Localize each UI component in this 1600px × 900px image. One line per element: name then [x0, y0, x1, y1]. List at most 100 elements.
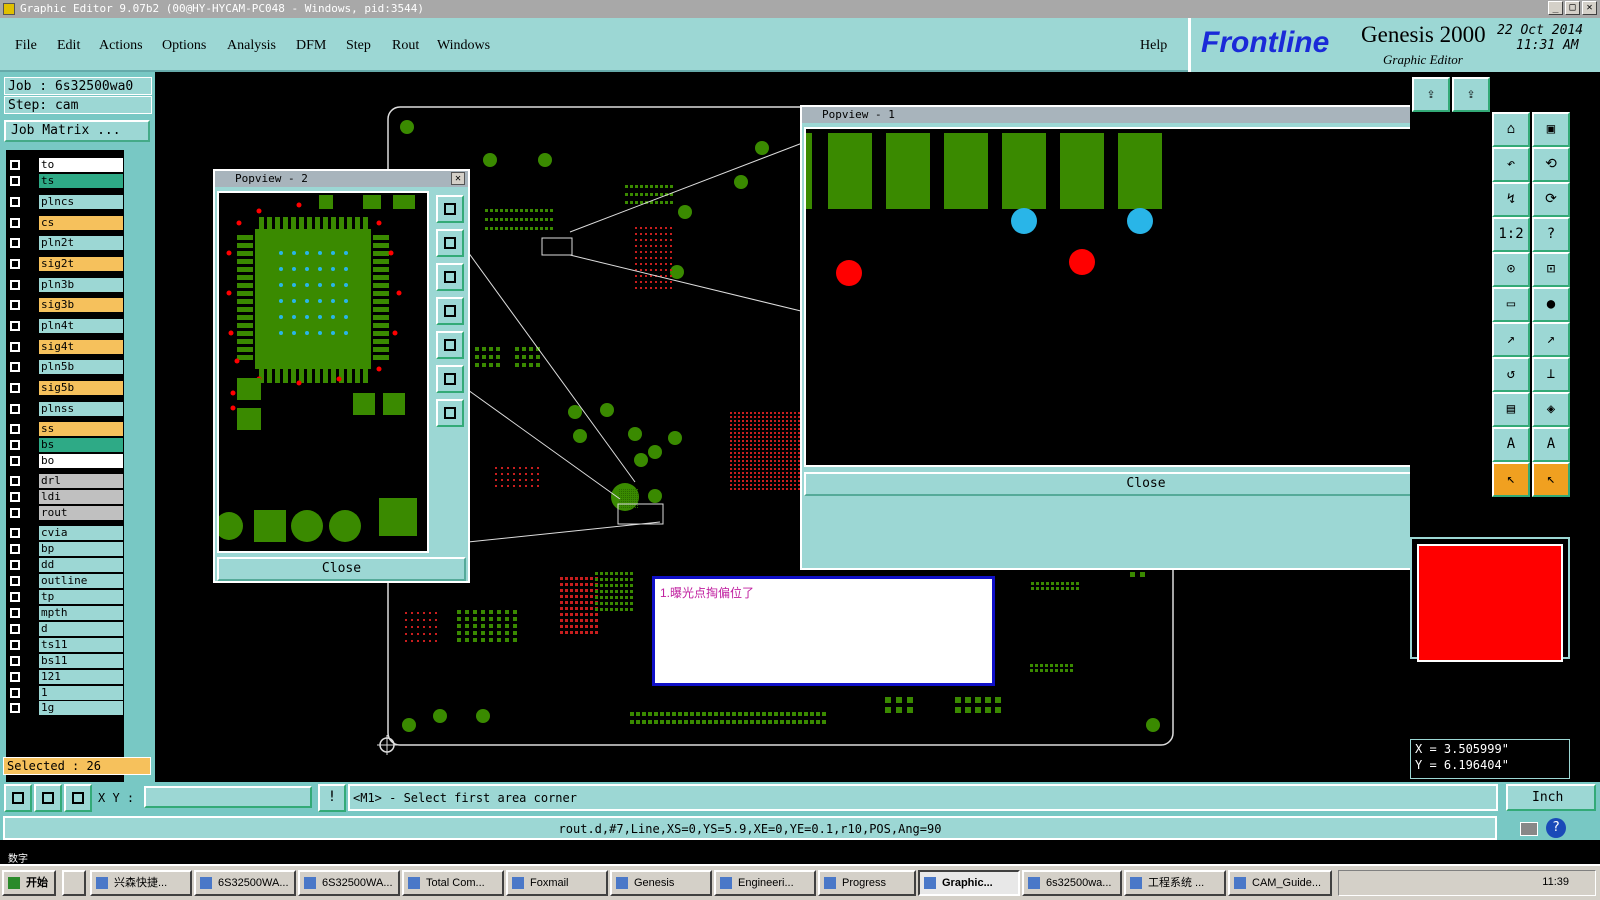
layer-checkbox[interactable] — [10, 160, 20, 170]
layer-row-ts11[interactable]: ts11 — [6, 638, 124, 652]
layer-checkbox[interactable] — [10, 624, 20, 634]
menu-step[interactable]: Step — [346, 38, 371, 54]
layer-checkbox[interactable] — [10, 560, 20, 570]
layer-row-dd[interactable]: dd — [6, 558, 124, 572]
alert-icon[interactable]: ! — [318, 784, 346, 812]
palette-tool-24-icon[interactable]: ↖ — [1532, 462, 1570, 497]
layer-name[interactable]: dd — [39, 558, 123, 572]
taskbar-item[interactable]: 6S32500WA... — [298, 870, 400, 896]
layer-name[interactable]: bs11 — [39, 654, 123, 668]
menu-windows[interactable]: Windows — [437, 38, 490, 54]
layer-checkbox[interactable] — [10, 300, 20, 310]
layer-checkbox[interactable] — [10, 656, 20, 666]
popview-2-close-button[interactable]: Close — [217, 557, 466, 581]
layer-name[interactable]: rout — [39, 506, 123, 520]
layer-checkbox[interactable] — [10, 383, 20, 393]
layer-checkbox[interactable] — [10, 424, 20, 434]
layer-row-bs[interactable]: bs — [6, 438, 124, 452]
palette-tool-10-icon[interactable]: ? — [1532, 217, 1570, 252]
menu-edit[interactable]: Edit — [57, 38, 80, 54]
layer-row-sig5b[interactable]: sig5b — [6, 381, 124, 395]
layer-name[interactable]: sig2t — [39, 257, 123, 271]
taskbar-item[interactable]: 兴森快捷... — [90, 870, 192, 896]
layer-checkbox[interactable] — [10, 608, 20, 618]
palette-tool-21-icon[interactable]: A — [1492, 427, 1530, 462]
grid-tool-icon[interactable] — [64, 784, 92, 812]
taskbar-item[interactable]: Progress — [818, 870, 916, 896]
palette-tool-3-icon[interactable]: ⌂ — [1492, 112, 1530, 147]
layer-row-1[interactable]: 1 — [6, 686, 124, 700]
popview-2-tool-5-icon[interactable] — [436, 331, 464, 359]
layer-checkbox[interactable] — [10, 176, 20, 186]
popview-2-close-icon[interactable]: ✕ — [451, 172, 465, 185]
layer-checkbox[interactable] — [10, 456, 20, 466]
menu-help[interactable]: Help — [1140, 38, 1167, 54]
layer-name[interactable]: bp — [39, 542, 123, 556]
menu-rout[interactable]: Rout — [392, 38, 419, 54]
palette-tool-20-icon[interactable]: ◈ — [1532, 392, 1570, 427]
layer-checkbox[interactable] — [10, 640, 20, 650]
menu-dfm[interactable]: DFM — [296, 38, 326, 54]
job-matrix-button[interactable]: Job Matrix ... — [4, 120, 150, 142]
graphic-canvas[interactable]: Popview - 2 ✕ Close Popview - 1 Close 1.… — [155, 72, 1410, 782]
palette-tool-11-icon[interactable]: ⊙ — [1492, 252, 1530, 287]
taskbar-item[interactable]: CAM_Guide... — [1228, 870, 1332, 896]
layer-checkbox[interactable] — [10, 321, 20, 331]
taskbar-item[interactable]: 6s32500wa... — [1022, 870, 1122, 896]
layer-name[interactable]: bs — [39, 438, 123, 452]
layer-name[interactable]: drl — [39, 474, 123, 488]
layer-row-pln2t[interactable]: pln2t — [6, 236, 124, 250]
layer-name[interactable]: 1g — [39, 701, 123, 715]
layer-row-1g[interactable]: 1g — [6, 701, 124, 715]
layer-checkbox[interactable] — [10, 508, 20, 518]
popview-2-titlebar[interactable]: Popview - 2 — [215, 171, 468, 187]
palette-tool-16-icon[interactable]: ↗ — [1532, 322, 1570, 357]
layer-row-pln3b[interactable]: pln3b — [6, 278, 124, 292]
measure-tool-icon[interactable] — [34, 784, 62, 812]
layer-row-pln4t[interactable]: pln4t — [6, 319, 124, 333]
layer-checkbox[interactable] — [10, 218, 20, 228]
layer-checkbox[interactable] — [10, 544, 20, 554]
note-box[interactable]: 1.曝光点掏偏位了 — [652, 576, 995, 686]
layer-name[interactable]: tp — [39, 590, 123, 604]
popview-1-titlebar[interactable]: Popview - 1 — [802, 107, 1410, 123]
layer-checkbox[interactable] — [10, 280, 20, 290]
layer-name[interactable]: pln3b — [39, 278, 123, 292]
layer-name[interactable]: plnss — [39, 402, 123, 416]
layer-row-drl[interactable]: drl — [6, 474, 124, 488]
palette-extra-icon[interactable]: ⇪ — [1412, 77, 1450, 112]
layer-name[interactable]: ts11 — [39, 638, 123, 652]
popview-2-tool-2-icon[interactable] — [436, 229, 464, 257]
popview-2-tool-3-icon[interactable] — [436, 263, 464, 291]
close-button[interactable]: ✕ — [1582, 1, 1597, 15]
layer-row-d[interactable]: d — [6, 622, 124, 636]
layer-name[interactable]: 121 — [39, 670, 123, 684]
palette-tool-22-icon[interactable]: A — [1532, 427, 1570, 462]
layer-name[interactable]: ts — [39, 174, 123, 188]
menu-options[interactable]: Options — [162, 38, 206, 54]
popview-2-tool-4-icon[interactable] — [436, 297, 464, 325]
palette-tool-17-icon[interactable]: ↺ — [1492, 357, 1530, 392]
layer-row-bo[interactable]: bo — [6, 454, 124, 468]
layer-checkbox[interactable] — [10, 528, 20, 538]
menu-analysis[interactable]: Analysis — [227, 38, 276, 54]
layer-checkbox[interactable] — [10, 576, 20, 586]
layer-row-mpth[interactable]: mpth — [6, 606, 124, 620]
menu-file[interactable]: File — [15, 38, 37, 54]
popview-2-tool-7-icon[interactable] — [436, 399, 464, 427]
layer-checkbox[interactable] — [10, 238, 20, 248]
palette-extra-icon[interactable]: ⇪ — [1452, 77, 1490, 112]
palette-tool-4-icon[interactable]: ▣ — [1532, 112, 1570, 147]
palette-tool-19-icon[interactable]: ▤ — [1492, 392, 1530, 427]
draw-tool-icon[interactable] — [4, 784, 32, 812]
layer-checkbox[interactable] — [10, 362, 20, 372]
minimize-button[interactable]: _ — [1548, 1, 1563, 15]
layer-row-cvia[interactable]: cvia — [6, 526, 124, 540]
layer-row-ldi[interactable]: ldi — [6, 490, 124, 504]
palette-tool-5-icon[interactable]: ↶ — [1492, 147, 1530, 182]
layer-name[interactable]: plncs — [39, 195, 123, 209]
taskbar-item[interactable]: Genesis — [610, 870, 712, 896]
layer-row-cs[interactable]: cs — [6, 216, 124, 230]
xy-input[interactable] — [144, 786, 312, 808]
layer-row-ss[interactable]: ss — [6, 422, 124, 436]
